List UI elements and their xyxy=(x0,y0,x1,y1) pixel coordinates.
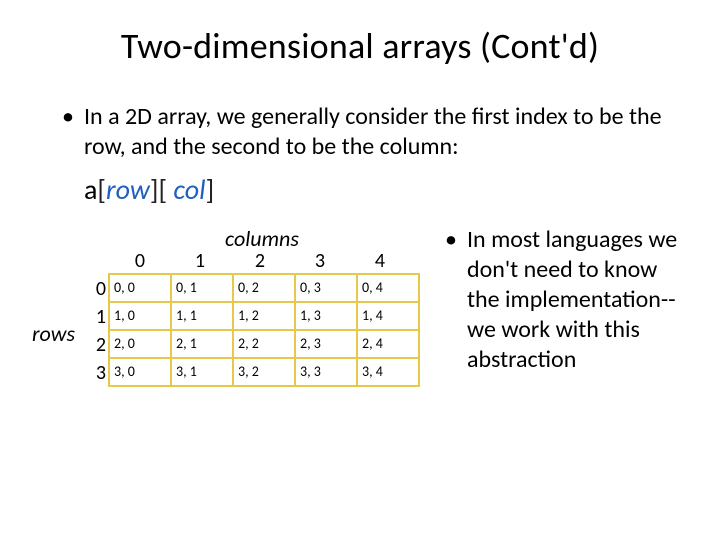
cell: 3, 2 xyxy=(232,357,296,387)
cell: 1, 2 xyxy=(232,301,296,331)
cell: 1, 3 xyxy=(294,301,358,331)
code-col: col xyxy=(173,172,205,207)
table-row: 2 2, 0 2, 1 2, 2 2, 3 2, 4 xyxy=(84,331,420,359)
page-title: Two-dimensional arrays (Cont'd) xyxy=(30,24,690,68)
table-row: 1 1, 0 1, 1 1, 2 1, 3 1, 4 xyxy=(84,303,420,331)
bullet-right: • In most languages we don't need to kno… xyxy=(445,225,690,375)
bullet-right-text: In most languages we don't need to know … xyxy=(467,225,690,375)
cell: 3, 1 xyxy=(170,357,234,387)
col-header: 0 xyxy=(110,249,170,273)
cell: 2, 0 xyxy=(108,329,172,359)
code-bracket: [ xyxy=(97,172,106,207)
bullet-top: • In a 2D array, we generally consider t… xyxy=(62,102,680,162)
table-row: 3 3, 0 3, 1 3, 2 3, 3 3, 4 xyxy=(84,359,420,387)
col-header: 3 xyxy=(290,249,350,273)
code-array-name: a xyxy=(84,172,97,207)
cell: 2, 4 xyxy=(356,329,420,359)
cell: 0, 3 xyxy=(294,273,358,303)
bullet-dot-icon: • xyxy=(62,102,84,162)
cell: 3, 4 xyxy=(356,357,420,387)
table-row: 0 0, 0 0, 1 0, 2 0, 3 0, 4 xyxy=(84,275,420,303)
cell: 0, 1 xyxy=(170,273,234,303)
cell: 0, 0 xyxy=(108,273,172,303)
grid: 0 1 2 3 4 0 0, 0 0, 1 0, 2 0, 3 0, 4 1 1… xyxy=(84,249,420,387)
code-bracket: ] xyxy=(206,172,215,207)
slide: Two-dimensional arrays (Cont'd) • In a 2… xyxy=(0,0,720,540)
cell: 3, 3 xyxy=(294,357,358,387)
cell: 2, 3 xyxy=(294,329,358,359)
cell: 1, 0 xyxy=(108,301,172,331)
cell: 2, 1 xyxy=(170,329,234,359)
columns-label: columns xyxy=(225,225,299,252)
rows-label: rows xyxy=(32,320,75,347)
bullet-top-text: In a 2D array, we generally consider the… xyxy=(84,102,680,162)
right-column: • In most languages we don't need to kno… xyxy=(435,225,690,375)
row-header: 0 xyxy=(84,275,110,303)
cell: 0, 2 xyxy=(232,273,296,303)
col-header: 4 xyxy=(350,249,410,273)
cell: 2, 2 xyxy=(232,329,296,359)
cell: 1, 1 xyxy=(170,301,234,331)
lower-section: columns rows 0 1 2 3 4 0 0, 0 0, 1 0, 2 … xyxy=(30,225,690,375)
col-header: 1 xyxy=(170,249,230,273)
code-row: row xyxy=(106,172,150,207)
cell: 0, 4 xyxy=(356,273,420,303)
cell: 3, 0 xyxy=(108,357,172,387)
row-header: 2 xyxy=(84,331,110,359)
cell: 1, 4 xyxy=(356,301,420,331)
code-bracket: ][ xyxy=(150,172,167,207)
row-header: 3 xyxy=(84,359,110,387)
bullet-dot-icon: • xyxy=(445,225,467,375)
code-expression: a[row][ col] xyxy=(84,172,690,207)
row-header: 1 xyxy=(84,303,110,331)
col-header: 2 xyxy=(230,249,290,273)
col-headers: 0 1 2 3 4 xyxy=(110,249,420,273)
array-diagram: columns rows 0 1 2 3 4 0 0, 0 0, 1 0, 2 … xyxy=(30,225,435,375)
